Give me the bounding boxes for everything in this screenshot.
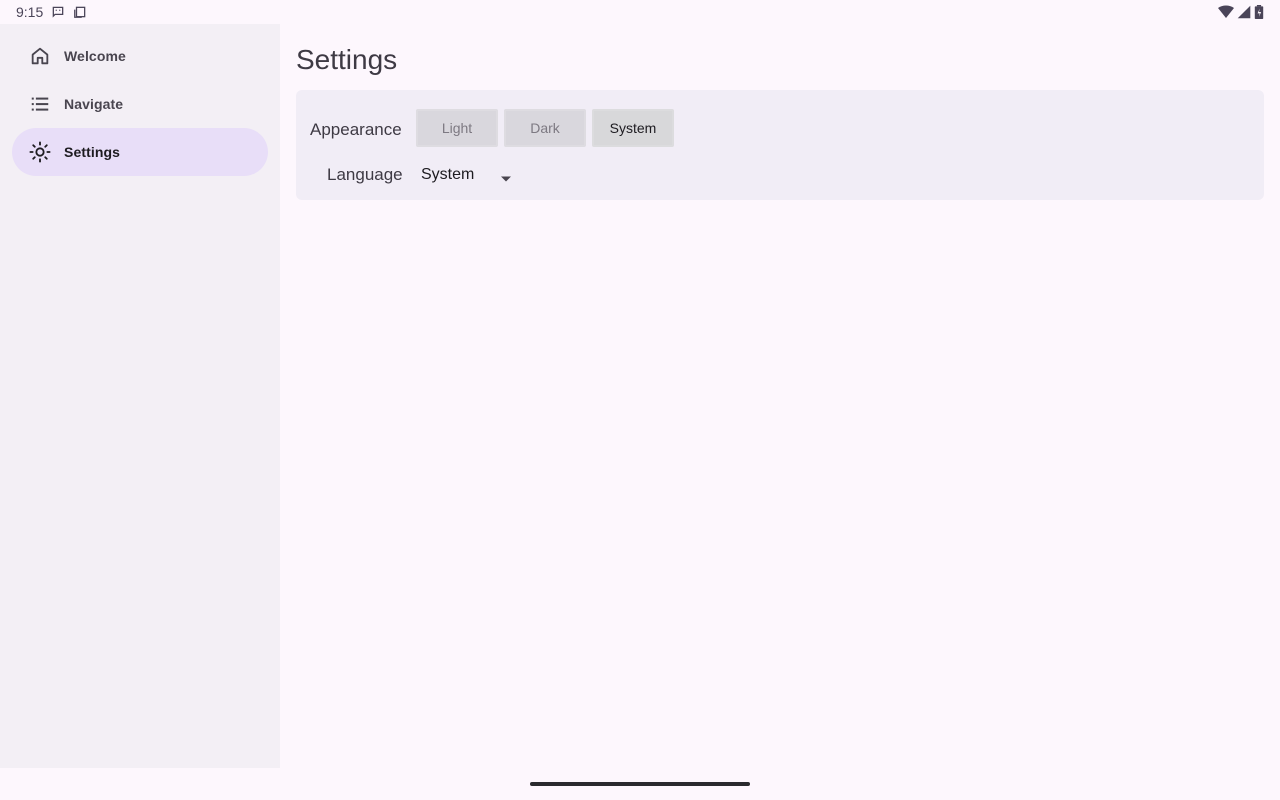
signal-icon: [1237, 5, 1251, 19]
nav-item-label: Settings: [64, 144, 121, 160]
screenshot-icon: [73, 5, 87, 19]
settings-card: Appearance Light Dark System Language Sy…: [296, 90, 1264, 200]
nav-item-settings[interactable]: Settings: [12, 128, 268, 176]
status-bar: 9:15: [0, 0, 1280, 24]
page-title: Settings: [296, 44, 398, 75]
language-label: Language: [327, 165, 403, 184]
nav-item-navigate[interactable]: Navigate: [12, 80, 268, 128]
dropdown-arrow-icon: [500, 170, 512, 188]
gesture-handle[interactable]: [530, 782, 750, 786]
navigation-drawer: Welcome Navigate Settings: [0, 24, 280, 768]
brightness-icon: [28, 140, 52, 164]
battery-icon: [1254, 5, 1264, 19]
nav-item-welcome[interactable]: Welcome: [12, 32, 268, 80]
language-dropdown-value: System: [421, 166, 475, 183]
appearance-system-button[interactable]: System: [592, 109, 674, 147]
nav-item-label: Welcome: [64, 48, 126, 64]
nav-item-label: Navigate: [64, 96, 124, 112]
appearance-light-button[interactable]: Light: [416, 109, 498, 147]
list-icon: [28, 92, 52, 116]
clock: 9:15: [16, 4, 44, 20]
language-dropdown[interactable]: System: [421, 160, 521, 190]
message-icon: [51, 5, 65, 19]
main-content: Settings Appearance Light Dark System La…: [296, 24, 1264, 200]
appearance-label: Appearance: [310, 120, 402, 139]
appearance-dark-button[interactable]: Dark: [504, 109, 586, 147]
home-icon: [28, 44, 52, 68]
wifi-icon: [1218, 5, 1234, 19]
